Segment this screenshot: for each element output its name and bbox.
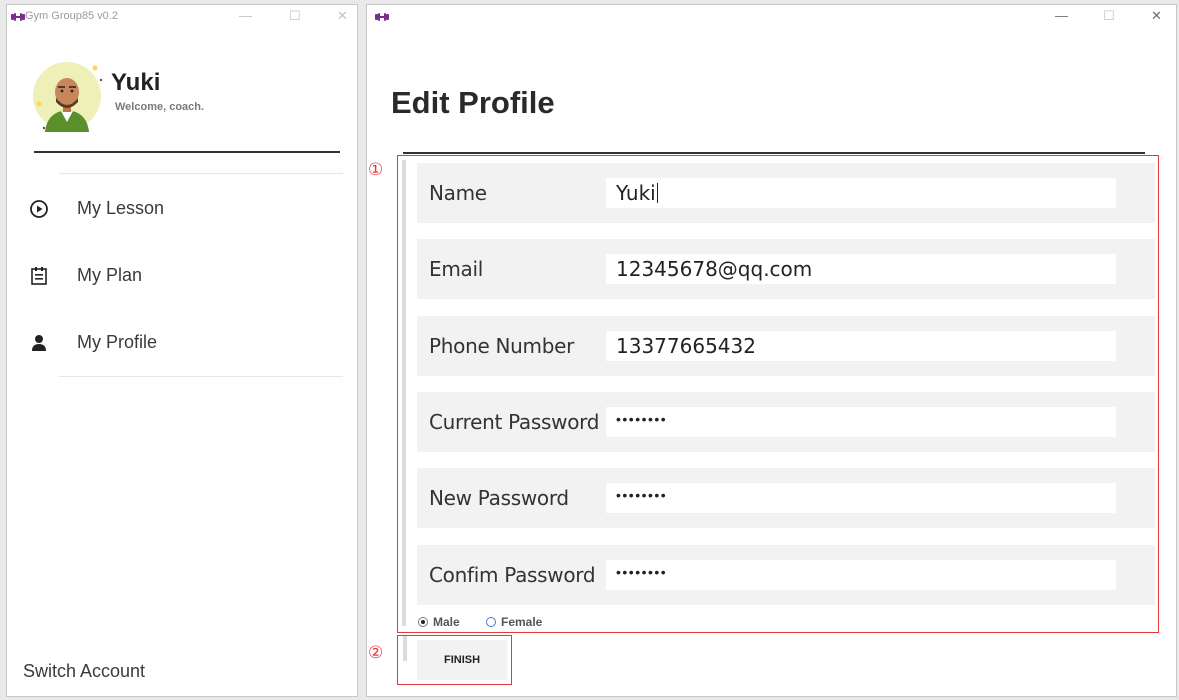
page-title: Edit Profile: [391, 85, 555, 120]
user-name: Yuki: [111, 69, 161, 96]
minimize-button[interactable]: —: [239, 8, 252, 24]
edit-profile-window: — ☐ ✕ Edit Profile Name Yuki Email 12345…: [366, 4, 1177, 697]
play-circle-icon: [29, 199, 49, 219]
minimize-button[interactable]: —: [1055, 8, 1068, 24]
annotation-marker-1: ①: [368, 160, 384, 180]
confirm-password-label: Confim Password: [429, 563, 596, 587]
phone-row: Phone Number 13377665432: [417, 316, 1155, 376]
name-input[interactable]: Yuki: [606, 178, 1116, 208]
finish-area: FINISH: [397, 635, 512, 685]
phone-label: Phone Number: [429, 334, 575, 358]
new-password-label: New Password: [429, 486, 569, 510]
phone-input[interactable]: 13377665432: [606, 331, 1116, 361]
sidebar-titlebar: Gym Group85 v0.2 — ☐ ✕: [7, 5, 357, 35]
new-password-row: New Password ••••••••: [417, 468, 1155, 528]
email-label: Email: [429, 257, 483, 281]
nav-top-divider: [59, 173, 343, 174]
confirm-password-value: ••••••••: [616, 564, 668, 580]
male-radio[interactable]: Male: [418, 615, 460, 629]
new-password-input[interactable]: [606, 483, 1116, 513]
nav-item-my-profile[interactable]: My Profile: [7, 323, 359, 363]
email-row: Email 12345678@qq.com: [417, 239, 1155, 299]
name-value: Yuki: [616, 181, 656, 205]
maximize-button[interactable]: ☐: [289, 8, 301, 24]
annotation-marker-2: ②: [368, 643, 384, 663]
nav-label-my-profile: My Profile: [77, 332, 158, 352]
radio-unchecked-icon: [486, 617, 496, 627]
radio-checked-icon: [418, 617, 428, 627]
female-label: Female: [501, 615, 543, 629]
phone-value: 13377665432: [616, 334, 756, 358]
male-label: Male: [433, 615, 460, 629]
maximize-button[interactable]: ☐: [1103, 8, 1115, 24]
form-scroll-track: [402, 160, 406, 626]
new-password-value: ••••••••: [616, 487, 668, 503]
dumbbell-logo-icon: [375, 12, 389, 22]
title-divider: [403, 152, 1145, 154]
finish-scroll-track: [403, 636, 407, 661]
female-radio[interactable]: Female: [486, 615, 542, 629]
sidebar-window: Gym Group85 v0.2 — ☐ ✕ Yuki Welcome, coa…: [6, 4, 358, 697]
avatar: [31, 60, 103, 132]
email-input[interactable]: 12345678@qq.com: [606, 254, 1116, 284]
close-button[interactable]: ✕: [337, 8, 348, 24]
switch-account-link[interactable]: Switch Account: [23, 661, 145, 682]
nav-item-my-plan[interactable]: My Plan: [7, 256, 359, 296]
confirm-password-input[interactable]: [606, 560, 1116, 590]
close-button[interactable]: ✕: [1151, 8, 1162, 24]
profile-divider: [34, 151, 340, 153]
dumbbell-logo-icon: [11, 12, 25, 22]
plan-calendar-icon: [29, 266, 49, 286]
email-value: 12345678@qq.com: [616, 257, 813, 281]
current-password-input[interactable]: [606, 407, 1116, 437]
person-icon: [29, 333, 49, 353]
name-row: Name Yuki: [417, 163, 1155, 223]
nav-label-my-lesson: My Lesson: [77, 198, 165, 218]
nav-bottom-divider: [59, 376, 343, 377]
welcome-text: Welcome, coach.: [115, 101, 205, 113]
name-label: Name: [429, 181, 487, 205]
edit-profile-titlebar: — ☐ ✕: [367, 5, 1176, 35]
finish-button[interactable]: FINISH: [417, 640, 507, 680]
current-password-value: ••••••••: [616, 411, 668, 427]
nav-item-my-lesson[interactable]: My Lesson: [7, 189, 359, 229]
confirm-password-row: Confim Password ••••••••: [417, 545, 1155, 605]
app-title: Gym Group85 v0.2: [25, 10, 118, 22]
text-caret: [656, 183, 658, 203]
current-password-row: Current Password ••••••••: [417, 392, 1155, 452]
current-password-label: Current Password: [429, 410, 600, 434]
nav-label-my-plan: My Plan: [77, 265, 143, 285]
profile-form: Name Yuki Email 12345678@qq.com Phone Nu…: [397, 155, 1159, 633]
